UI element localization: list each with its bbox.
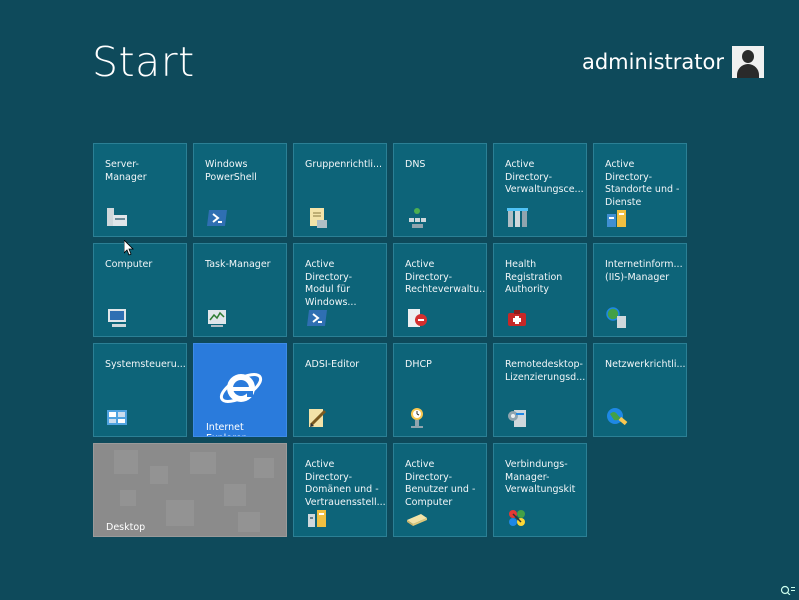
powershell-icon	[305, 306, 329, 330]
tile-internet-explorer[interactable]: Internet Explorer	[193, 343, 287, 437]
tile-label: Active Directory-Benutzer und -Computer	[405, 459, 476, 508]
iis-manager-icon	[605, 306, 629, 330]
tile-label: Remotedesktop-Lizenzierungsd...	[505, 359, 586, 383]
tile-label: Active Directory-Standorte und -Dienste	[605, 159, 680, 208]
tile-label: Systemsteueru...	[105, 359, 186, 370]
internet-explorer-icon	[217, 364, 265, 412]
tile-netzwerkrichtlinien[interactable]: Netzwerkrichtli...	[593, 343, 687, 437]
ad-users-icon	[405, 506, 429, 530]
tile-adsi-editor[interactable]: ADSI-Editor	[293, 343, 387, 437]
task-manager-icon	[205, 306, 229, 330]
computer-icon	[105, 306, 129, 330]
tile-label: DNS	[405, 159, 426, 170]
user-account[interactable]: administrator	[582, 46, 764, 78]
tile-label: Verbindungs-Manager-Verwaltungskit	[505, 459, 576, 495]
mouse-cursor-icon	[123, 239, 134, 256]
tile-ad-rechteverwaltung[interactable]: Active Directory-Rechteverwaltu...	[393, 243, 487, 337]
server-manager-icon	[105, 206, 129, 230]
ad-sites-icon	[605, 206, 629, 230]
tile-gruppenrichtlinien[interactable]: Gruppenrichtli...	[293, 143, 387, 237]
health-authority-icon	[505, 306, 529, 330]
tile-label: Computer	[105, 259, 153, 270]
tile-desktop[interactable]: Desktop	[93, 443, 287, 537]
tile-server-manager[interactable]: Server-Manager	[93, 143, 187, 237]
tile-label: Active Directory-Verwaltungsce...	[505, 159, 584, 195]
rd-licensing-icon	[505, 406, 529, 430]
tile-label: Health Registration Authority	[505, 259, 563, 295]
rights-management-icon	[405, 306, 429, 330]
group-policy-icon	[305, 206, 329, 230]
dns-icon	[405, 206, 429, 230]
tile-computer[interactable]: Computer	[93, 243, 187, 337]
tile-windows-powershell[interactable]: Windows PowerShell	[193, 143, 287, 237]
avatar	[732, 46, 764, 78]
tile-label: Active Directory-Domänen und -Vertrauens…	[305, 459, 386, 508]
adsi-editor-icon	[305, 406, 329, 430]
ad-admin-center-icon	[505, 206, 529, 230]
tile-iis-manager[interactable]: Internetinform... (IIS)-Manager	[593, 243, 687, 337]
tile-task-manager[interactable]: Task-Manager	[193, 243, 287, 337]
tile-label: Gruppenrichtli...	[305, 159, 383, 170]
tile-verbindungs-manager[interactable]: Verbindungs-Manager-Verwaltungskit	[493, 443, 587, 537]
ad-domains-icon	[305, 506, 329, 530]
tile-ad-modul[interactable]: Active Directory-Modul für Windows...	[293, 243, 387, 337]
tile-label: Internet Explorer	[206, 422, 246, 436]
tile-label: Desktop	[106, 522, 146, 533]
connection-manager-icon	[505, 506, 529, 530]
tile-label: Active Directory-Rechteverwaltu...	[405, 259, 487, 295]
tile-label: Netzwerkrichtli...	[605, 359, 686, 370]
tile-label: ADSI-Editor	[305, 359, 360, 370]
powershell-icon	[205, 206, 229, 230]
tile-label: Windows PowerShell	[205, 159, 257, 183]
zoom-icon[interactable]	[780, 585, 796, 598]
tile-label: Internetinform... (IIS)-Manager	[605, 259, 683, 283]
start-title: Start	[92, 38, 195, 86]
tile-ad-verwaltungscenter[interactable]: Active Directory-Verwaltungsce...	[493, 143, 587, 237]
tile-ad-benutzer[interactable]: Active Directory-Benutzer und -Computer	[393, 443, 487, 537]
network-policy-icon	[605, 406, 629, 430]
dhcp-icon	[405, 406, 429, 430]
tile-label: Task-Manager	[205, 259, 271, 270]
tile-label: Server-Manager	[105, 159, 147, 183]
tile-label: Active Directory-Modul für Windows...	[305, 259, 357, 308]
control-panel-icon	[105, 406, 129, 430]
tile-systemsteuerung[interactable]: Systemsteueru...	[93, 343, 187, 437]
tile-ad-standorte[interactable]: Active Directory-Standorte und -Dienste	[593, 143, 687, 237]
tile-dns[interactable]: DNS	[393, 143, 487, 237]
user-name: administrator	[581, 50, 724, 74]
tile-health-registration[interactable]: Health Registration Authority	[493, 243, 587, 337]
tile-dhcp[interactable]: DHCP	[393, 343, 487, 437]
tile-label: DHCP	[405, 359, 432, 370]
tile-ad-domaenen[interactable]: Active Directory-Domänen und -Vertrauens…	[293, 443, 387, 537]
tile-rd-lizenzierung[interactable]: Remotedesktop-Lizenzierungsd...	[493, 343, 587, 437]
